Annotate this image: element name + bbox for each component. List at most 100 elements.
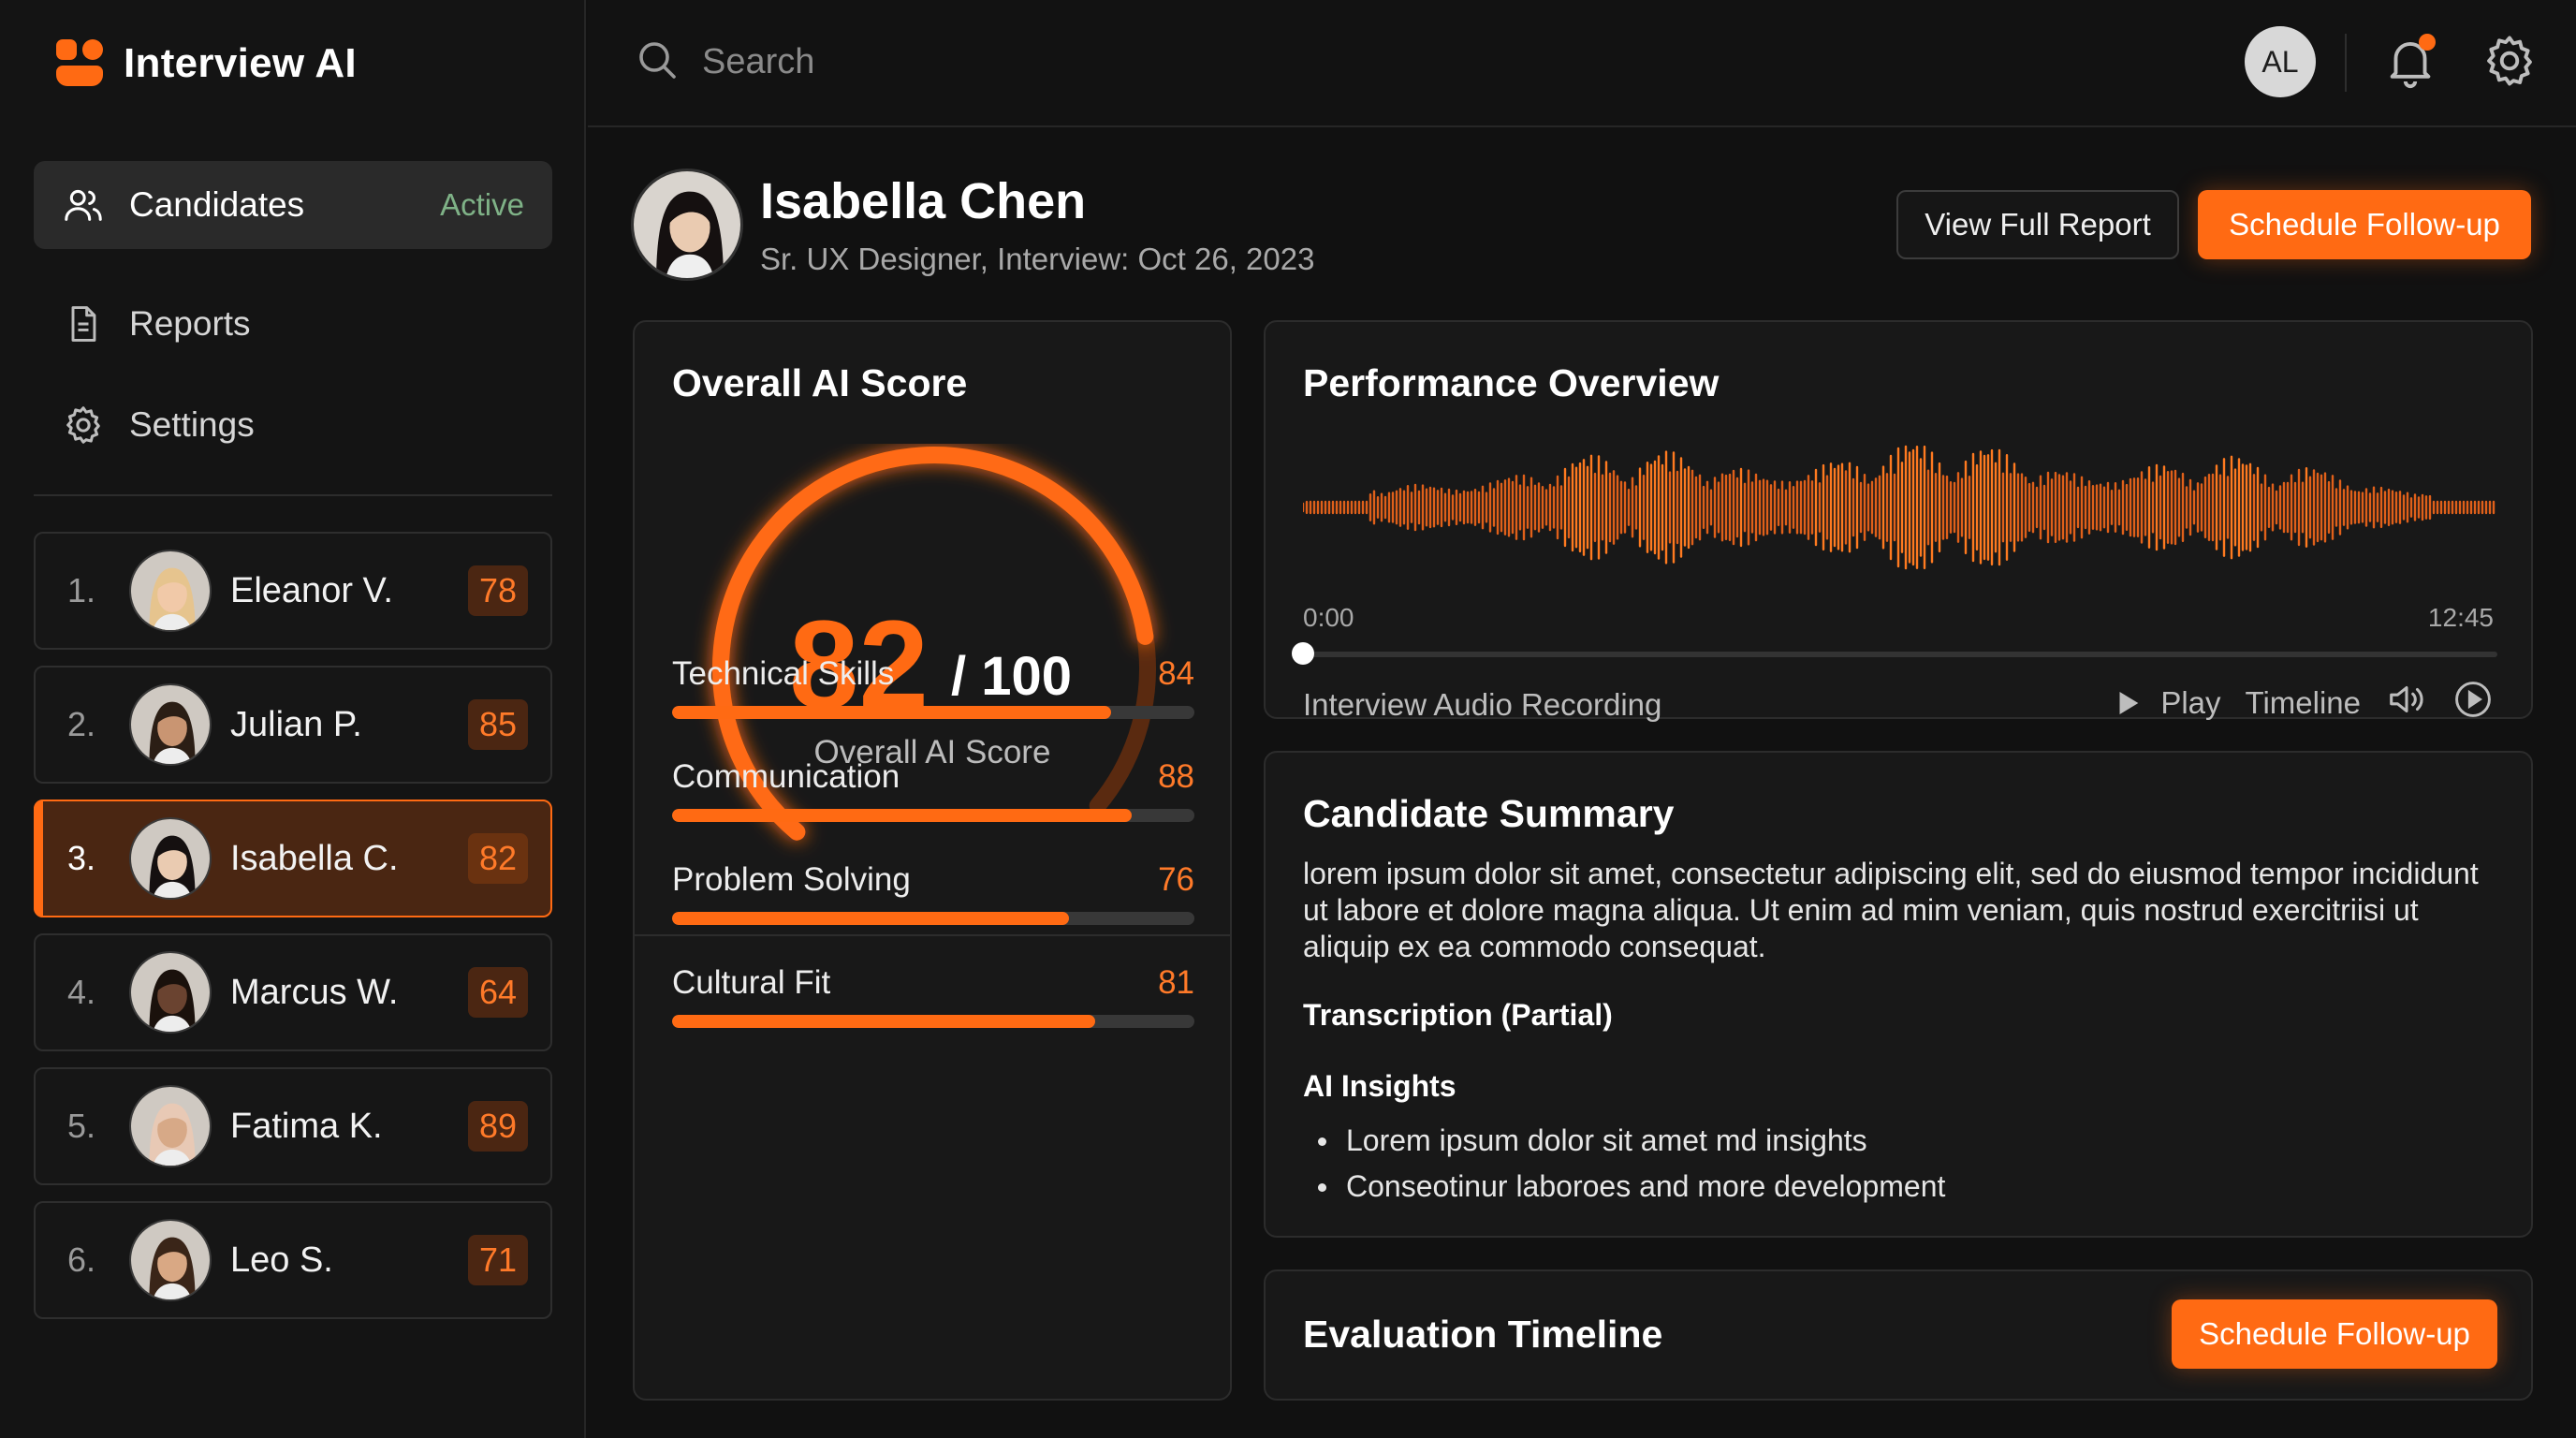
active-badge: Active <box>440 187 524 222</box>
search-bar[interactable]: Search <box>635 36 814 88</box>
metric-bar-track <box>672 1015 1194 1028</box>
sidebar-item-label: Reports <box>129 304 251 343</box>
candidate-row[interactable]: 3. Isabella C. 82 <box>34 800 552 917</box>
candidate-score-badge: 89 <box>468 1101 528 1152</box>
settings-button[interactable] <box>2481 32 2539 90</box>
play-circle-button[interactable] <box>2452 679 2494 727</box>
users-icon <box>62 183 105 227</box>
metric-bar-fill <box>672 706 1111 719</box>
time-end: 12:45 <box>2427 603 2494 632</box>
candidate-score-badge: 82 <box>468 833 528 884</box>
search-input[interactable]: Search <box>702 42 814 82</box>
insights-list: Lorem ipsum dolor sit amet md insights C… <box>1303 1118 1945 1210</box>
time-start: 0:00 <box>1303 603 1354 632</box>
timeline-button[interactable]: Timeline <box>2246 685 2361 721</box>
list-item: Lorem ipsum dolor sit amet md insights <box>1303 1118 1945 1164</box>
candidate-avatar <box>129 550 212 632</box>
metric-bar-fill <box>672 809 1133 822</box>
candidate-row[interactable]: 5. Fatima K. 89 <box>34 1067 552 1185</box>
candidate-score-badge: 85 <box>468 699 528 750</box>
candidate-score-badge: 71 <box>468 1235 528 1285</box>
play-button[interactable]: Play <box>2112 685 2221 721</box>
performance-overview-card: Performance Overview 0:00 12:45 Intervie… <box>1264 320 2533 722</box>
volume-button[interactable] <box>2385 678 2428 728</box>
user-avatar[interactable]: AL <box>2245 26 2316 97</box>
candidate-row[interactable]: 2. Julian P. 85 <box>34 666 552 784</box>
candidate-row[interactable]: 6. Leo S. 71 <box>34 1201 552 1319</box>
view-full-report-button[interactable]: View Full Report <box>1896 190 2179 259</box>
candidate-name: Marcus W. <box>230 972 399 1012</box>
app-name: Interview AI <box>124 40 357 86</box>
candidate-name: Leo S. <box>230 1240 333 1280</box>
card-title: Evaluation Timeline <box>1303 1313 1663 1356</box>
metric-row: Communication 88 <box>672 758 1194 822</box>
card-title: Overall AI Score <box>672 361 968 404</box>
candidate-name: Fatima K. <box>230 1106 383 1146</box>
sidebar: Interview AI Candidates Active Reports S… <box>0 0 586 1438</box>
schedule-follow-up-button[interactable]: Schedule Follow-up <box>2198 190 2531 259</box>
metric-label: Communication <box>672 758 900 795</box>
candidate-rank: 6. <box>67 1240 96 1279</box>
gear-icon <box>2487 36 2532 86</box>
candidate-rank: 5. <box>67 1107 96 1145</box>
candidate-avatar <box>129 1219 212 1301</box>
card-title: Performance Overview <box>1303 361 1720 404</box>
notifications-button[interactable] <box>2381 32 2439 90</box>
document-icon <box>62 302 105 345</box>
metric-bar-track <box>672 912 1194 925</box>
card-divider <box>635 934 1230 936</box>
notification-dot <box>2419 34 2436 51</box>
audio-controls: Play Timeline <box>2112 682 2494 725</box>
play-icon <box>2119 691 2139 715</box>
candidate-rank: 3. <box>67 839 96 877</box>
metric-value: 81 <box>1158 964 1194 1001</box>
sidebar-item-label: Settings <box>129 405 255 444</box>
candidate-avatar <box>129 951 212 1034</box>
audio-label: Interview Audio Recording <box>1303 687 1662 722</box>
metric-label: Problem Solving <box>672 861 911 898</box>
audio-waveform[interactable] <box>1303 433 2497 582</box>
candidate-score-badge: 64 <box>468 967 528 1018</box>
metric-value: 76 <box>1158 861 1194 898</box>
candidate-rank: 1. <box>67 571 96 609</box>
audio-progress-track[interactable] <box>1303 652 2497 657</box>
candidate-name: Eleanor V. <box>230 570 393 610</box>
brand[interactable]: Interview AI <box>56 37 357 90</box>
search-icon <box>635 37 680 87</box>
play-circle-icon <box>2455 682 2491 717</box>
sidebar-item-candidates[interactable]: Candidates Active <box>34 161 552 249</box>
candidate-name: Julian P. <box>230 704 362 744</box>
candidate-summary-card: Candidate Summary lorem ipsum dolor sit … <box>1264 751 2533 1238</box>
candidate-row[interactable]: 4. Marcus W. 64 <box>34 933 552 1051</box>
ai-insights-heading: AI Insights <box>1303 1069 1456 1103</box>
speaker-icon <box>2390 686 2423 712</box>
candidate-avatar <box>129 683 212 766</box>
evaluation-timeline-card: Evaluation Timeline Schedule Follow-up <box>1264 1269 2533 1401</box>
sidebar-item-label: Candidates <box>129 185 305 224</box>
gear-icon <box>62 404 105 447</box>
metric-value: 84 <box>1158 655 1194 692</box>
transcription-heading[interactable]: Transcription (Partial) <box>1303 998 1613 1033</box>
candidate-rank: 4. <box>67 973 96 1011</box>
sidebar-item-reports[interactable]: Reports <box>34 286 552 361</box>
candidate-avatar <box>129 1085 212 1167</box>
metric-bar-fill <box>672 1015 1095 1028</box>
metric-label: Cultural Fit <box>672 964 831 1001</box>
candidate-rank: 2. <box>67 705 96 743</box>
schedule-follow-up-button[interactable]: Schedule Follow-up <box>2172 1299 2497 1369</box>
metric-bar-fill <box>672 912 1070 925</box>
summary-text: lorem ipsum dolor sit amet, consectetur … <box>1303 857 2479 963</box>
metric-label: Technical Skills <box>672 655 895 692</box>
metric-row: Cultural Fit 81 <box>672 964 1194 1028</box>
topbar-divider <box>2345 34 2347 92</box>
metric-row: Problem Solving 76 <box>672 861 1194 925</box>
metric-value: 88 <box>1158 758 1194 795</box>
audio-progress-handle[interactable] <box>1292 642 1314 665</box>
app-root: Interview AI Candidates Active Reports S… <box>0 0 2576 1438</box>
card-title: Candidate Summary <box>1303 792 1675 835</box>
candidate-row[interactable]: 1. Eleanor V. 78 <box>34 532 552 650</box>
logo-icon <box>56 39 105 88</box>
sidebar-item-settings[interactable]: Settings <box>34 388 552 462</box>
candidate-score-badge: 78 <box>468 565 528 616</box>
topbar: Search AL <box>588 0 2576 127</box>
